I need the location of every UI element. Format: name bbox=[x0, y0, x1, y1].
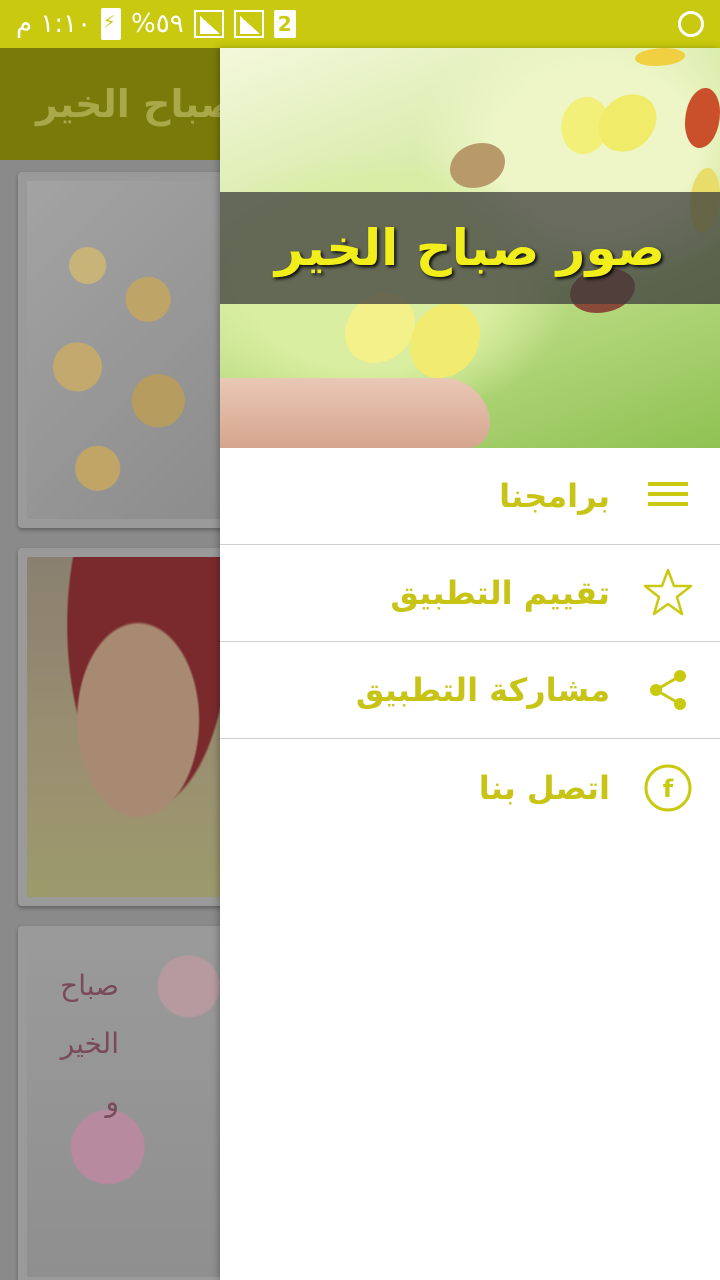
hand-image bbox=[220, 378, 490, 448]
drawer-menu: برامجنا تقييم التطبيق مشاركة التطبيق اتص… bbox=[220, 448, 720, 836]
menu-item-contact-us[interactable]: اتصل بنا f bbox=[220, 739, 720, 836]
caption-line: الخير bbox=[60, 1027, 119, 1060]
status-bar: ١:١٠ م %٥٩ 2 bbox=[0, 0, 720, 48]
battery-level: %٥٩ bbox=[131, 9, 184, 39]
drawer-header-title: صور صباح الخير bbox=[274, 219, 666, 277]
menu-item-share-app[interactable]: مشاركة التطبيق bbox=[220, 642, 720, 739]
image-card[interactable] bbox=[18, 172, 238, 528]
menu-icon bbox=[642, 470, 694, 522]
menu-item-label: مشاركة التطبيق bbox=[355, 671, 610, 709]
butterfly-image bbox=[550, 86, 662, 168]
card-caption: صباح الخير و bbox=[39, 957, 119, 1131]
menu-item-label: اتصل بنا bbox=[478, 768, 610, 807]
battery-icon bbox=[101, 8, 122, 40]
star-icon bbox=[642, 567, 694, 619]
sim-icon: 2 bbox=[273, 10, 296, 38]
header-banner: صور صباح الخير bbox=[220, 192, 720, 304]
facebook-icon: f bbox=[642, 762, 694, 814]
caption-line: صباح bbox=[60, 969, 119, 1002]
caption-line: و bbox=[105, 1085, 119, 1118]
butterfly-image bbox=[445, 138, 515, 198]
menu-item-label: تقييم التطبيق bbox=[390, 574, 610, 612]
butterfly-image bbox=[680, 83, 720, 153]
drawer-header: صور صباح الخير bbox=[220, 48, 720, 448]
card-image: صباح الخير و bbox=[27, 935, 229, 1277]
signal-icon bbox=[193, 10, 224, 38]
svg-text:f: f bbox=[663, 775, 674, 803]
menu-item-rate-app[interactable]: تقييم التطبيق bbox=[220, 545, 720, 642]
butterfly-image bbox=[630, 48, 690, 68]
image-card[interactable]: صباح الخير و bbox=[18, 926, 238, 1280]
signal-icon-2 bbox=[233, 10, 264, 38]
alarm-icon bbox=[678, 11, 704, 37]
menu-item-label: برامجنا bbox=[499, 477, 610, 515]
menu-item-our-apps[interactable]: برامجنا bbox=[220, 448, 720, 545]
share-icon bbox=[642, 664, 694, 716]
image-card[interactable] bbox=[18, 548, 238, 906]
card-image bbox=[27, 181, 229, 519]
status-time: ١:١٠ م bbox=[16, 9, 92, 39]
app-title: صباح الخير bbox=[36, 82, 237, 126]
card-image bbox=[27, 557, 229, 897]
navigation-drawer: صور صباح الخير برامجنا تقييم التطبيق مشا… bbox=[220, 48, 720, 1280]
